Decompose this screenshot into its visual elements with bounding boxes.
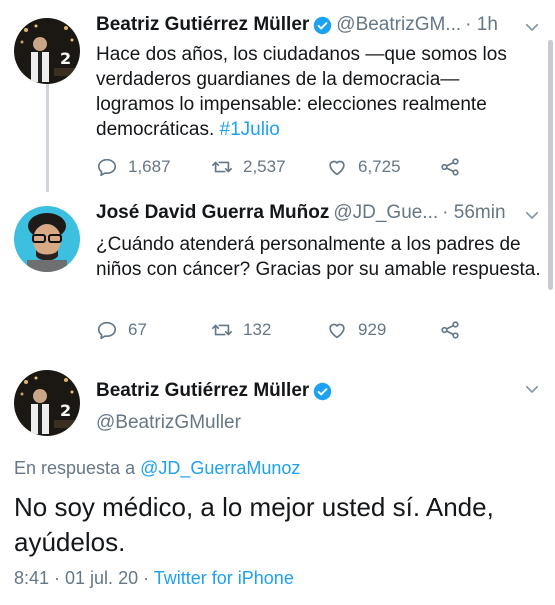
tweet-header: José David Guerra Muñoz @JD_Gue... · 56m… [96, 202, 506, 224]
tweet-actions: 67 132 929 [96, 319, 496, 343]
reply-mention-link[interactable]: @JD_GuerraMunoz [140, 458, 300, 478]
retweet-button[interactable]: 2,537 [211, 156, 286, 178]
reply-count: 1,687 [128, 157, 171, 176]
scrollbar[interactable] [548, 40, 553, 290]
share-icon [441, 321, 459, 339]
retweet-count: 2,537 [243, 157, 286, 176]
author-handle[interactable]: @JD_Gue... [333, 202, 438, 224]
author-handle[interactable]: @BeatrizGMuller [96, 412, 241, 434]
verified-badge-icon [314, 16, 332, 34]
reply-button[interactable]: 67 [96, 319, 147, 341]
author-handle-row: @BeatrizGMuller [96, 412, 241, 434]
avatar[interactable] [14, 206, 80, 272]
client-link[interactable]: Twitter for iPhone [154, 568, 294, 588]
like-button[interactable]: 929 [326, 319, 386, 341]
avatar[interactable]: 2 [14, 370, 80, 436]
share-button[interactable] [439, 319, 461, 341]
retweet-count: 132 [243, 320, 272, 339]
tweet-timestamp[interactable]: 8:41 · 01 jul. 20 · [14, 568, 154, 588]
tweet-text: Hace dos años, los ciudadanos —que somos… [96, 42, 541, 142]
tweet-text: ¿Cuándo atenderá personalmente a los pad… [96, 234, 541, 280]
hashtag-link[interactable]: #1Julio [220, 119, 280, 140]
author-name[interactable]: Beatriz Gutiérrez Müller [96, 380, 309, 402]
author-name[interactable]: José David Guerra Muñoz [96, 202, 329, 224]
chevron-down-icon[interactable] [523, 18, 541, 36]
reply-button[interactable]: 1,687 [96, 156, 171, 178]
share-icon [441, 158, 459, 176]
retweet-icon [212, 324, 232, 336]
tweet-time[interactable]: · 1h [465, 14, 498, 36]
author-handle[interactable]: @BeatrizGM... [336, 14, 461, 36]
avatar[interactable]: 2 [14, 18, 80, 84]
like-count: 6,725 [358, 157, 401, 176]
tweet-meta: 8:41 · 01 jul. 20 · Twitter for iPhone [14, 568, 294, 589]
main-tweet-text: No soy médico, a lo mejor usted sí. Ande… [14, 492, 494, 557]
heart-icon [329, 323, 345, 339]
heart-icon [329, 160, 345, 176]
author-name[interactable]: Beatriz Gutiérrez Müller [96, 14, 309, 36]
tweet-header: Beatriz Gutiérrez Müller [96, 380, 332, 402]
svg-text:2: 2 [60, 401, 71, 420]
reply-icon [97, 321, 117, 340]
tweet-2[interactable]: José David Guerra Muñoz @JD_Gue... · 56m… [0, 192, 555, 352]
retweet-icon [212, 161, 232, 173]
tweet-1[interactable]: 2 Beatriz Gutiérrez Müller @BeatrizGM...… [0, 0, 555, 192]
like-button[interactable]: 6,725 [326, 156, 401, 178]
reply-context: En respuesta a @JD_GuerraMunoz [14, 458, 300, 479]
tweet-header: Beatriz Gutiérrez Müller @BeatrizGM... ·… [96, 14, 498, 36]
tweet-text-main: Hace dos años, los ciudadanos —que somos… [96, 44, 507, 140]
reply-prefix: En respuesta a [14, 458, 141, 478]
share-button[interactable] [439, 156, 461, 178]
reply-icon [97, 158, 117, 177]
tweet-time[interactable]: · 56min [442, 202, 505, 224]
chevron-down-icon[interactable] [523, 206, 541, 224]
verified-badge-icon [314, 382, 332, 400]
chevron-down-icon[interactable] [523, 380, 541, 398]
tweet-actions: 1,687 2,537 6,725 [96, 156, 496, 180]
svg-text:2: 2 [60, 49, 71, 68]
like-count: 929 [358, 320, 387, 339]
retweet-button[interactable]: 132 [211, 319, 271, 341]
reply-count: 67 [128, 320, 147, 339]
thread-line [46, 82, 49, 192]
